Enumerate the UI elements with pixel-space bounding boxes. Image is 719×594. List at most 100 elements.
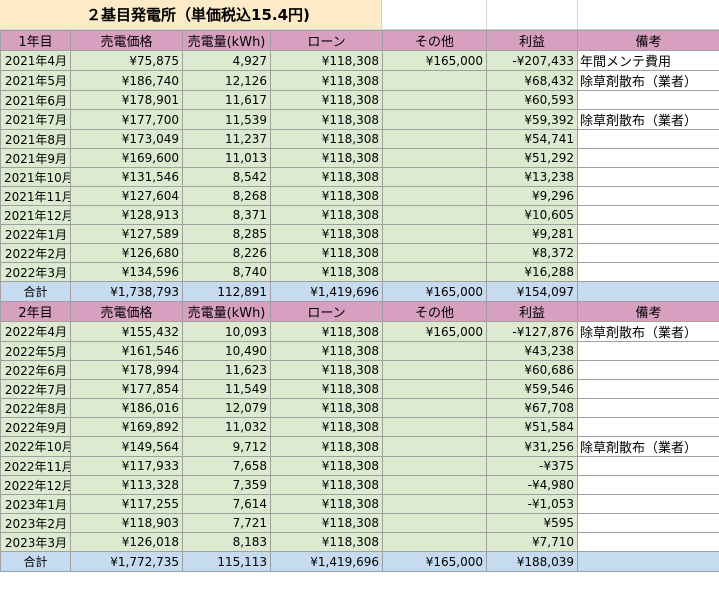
cell-other[interactable]	[382, 109, 487, 130]
cell-generation-kwh[interactable]: 12,126	[182, 70, 271, 91]
total-sale-price[interactable]: ¥1,772,735	[70, 551, 183, 572]
cell-profit[interactable]: ¥31,256	[486, 436, 578, 457]
cell-profit[interactable]: -¥1,053	[486, 494, 578, 514]
cell-note[interactable]	[577, 148, 719, 168]
cell-loan[interactable]: ¥118,308	[270, 494, 383, 514]
cell-generation-kwh[interactable]: 11,237	[182, 129, 271, 149]
cell-sale-price[interactable]: ¥177,700	[70, 109, 183, 130]
cell-profit[interactable]: ¥9,281	[486, 224, 578, 244]
cell-note[interactable]	[577, 186, 719, 206]
cell-generation-kwh[interactable]: 11,623	[182, 360, 271, 380]
cell-loan[interactable]: ¥118,308	[270, 109, 383, 130]
total-profit[interactable]: ¥154,097	[486, 281, 578, 302]
cell-month[interactable]: 2022年9月	[0, 417, 71, 437]
cell-month[interactable]: 2021年9月	[0, 148, 71, 168]
cell-note[interactable]: 除草剤散布（業者）	[577, 436, 719, 457]
cell-other[interactable]	[382, 205, 487, 225]
header-other[interactable]: その他	[382, 301, 487, 322]
cell-profit[interactable]: ¥59,392	[486, 109, 578, 130]
cell-profit[interactable]: ¥595	[486, 513, 578, 533]
cell-loan[interactable]: ¥118,308	[270, 417, 383, 437]
cell-generation-kwh[interactable]: 11,549	[182, 379, 271, 399]
cell-generation-kwh[interactable]: 8,285	[182, 224, 271, 244]
cell-month[interactable]: 2023年3月	[0, 532, 71, 552]
cell-note[interactable]: 除草剤散布（業者）	[577, 109, 719, 130]
cell-loan[interactable]: ¥118,308	[270, 513, 383, 533]
cell-note[interactable]	[577, 532, 719, 552]
cell-profit[interactable]: ¥54,741	[486, 129, 578, 149]
empty-cells[interactable]	[382, 0, 719, 30]
cell-note[interactable]	[577, 475, 719, 495]
cell-other[interactable]	[382, 129, 487, 149]
cell-generation-kwh[interactable]: 7,721	[182, 513, 271, 533]
cell-sale-price[interactable]: ¥149,564	[70, 436, 183, 457]
cell-note[interactable]	[577, 398, 719, 418]
cell-month[interactable]: 2022年2月	[0, 243, 71, 263]
cell-month[interactable]: 2021年7月	[0, 109, 71, 130]
total-note[interactable]	[577, 551, 719, 572]
cell-generation-kwh[interactable]: 7,614	[182, 494, 271, 514]
cell-other[interactable]	[382, 494, 487, 514]
cell-loan[interactable]: ¥118,308	[270, 341, 383, 361]
cell-note[interactable]	[577, 360, 719, 380]
total-month[interactable]: 合計	[0, 281, 71, 302]
header-generation-kwh[interactable]: 売電量(kWh)	[182, 30, 271, 51]
cell-other[interactable]	[382, 436, 487, 457]
cell-month[interactable]: 2022年11月	[0, 456, 71, 476]
cell-other[interactable]	[382, 456, 487, 476]
cell-sale-price[interactable]: ¥118,903	[70, 513, 183, 533]
cell-profit[interactable]: ¥51,292	[486, 148, 578, 168]
cell-profit[interactable]: ¥9,296	[486, 186, 578, 206]
cell-note[interactable]	[577, 90, 719, 110]
cell-loan[interactable]: ¥118,308	[270, 398, 383, 418]
cell-sale-price[interactable]: ¥155,432	[70, 321, 183, 342]
cell-generation-kwh[interactable]: 4,927	[182, 50, 271, 71]
cell-profit[interactable]: ¥7,710	[486, 532, 578, 552]
cell-sale-price[interactable]: ¥127,604	[70, 186, 183, 206]
cell-other[interactable]	[382, 224, 487, 244]
header-note[interactable]: 備考	[577, 30, 719, 51]
cell-profit[interactable]: ¥60,593	[486, 90, 578, 110]
total-note[interactable]	[577, 281, 719, 302]
cell-other[interactable]	[382, 148, 487, 168]
cell-generation-kwh[interactable]: 8,268	[182, 186, 271, 206]
cell-month[interactable]: 2022年3月	[0, 262, 71, 282]
cell-sale-price[interactable]: ¥117,933	[70, 456, 183, 476]
cell-month[interactable]: 2022年8月	[0, 398, 71, 418]
cell-generation-kwh[interactable]: 7,359	[182, 475, 271, 495]
cell-other[interactable]	[382, 167, 487, 187]
cell-note[interactable]	[577, 129, 719, 149]
cell-profit[interactable]: ¥59,546	[486, 379, 578, 399]
cell-other[interactable]	[382, 70, 487, 91]
cell-month[interactable]: 2021年11月	[0, 186, 71, 206]
cell-note[interactable]	[577, 513, 719, 533]
cell-profit[interactable]: ¥8,372	[486, 243, 578, 263]
cell-loan[interactable]: ¥118,308	[270, 50, 383, 71]
cell-generation-kwh[interactable]: 11,032	[182, 417, 271, 437]
cell-loan[interactable]: ¥118,308	[270, 360, 383, 380]
cell-profit[interactable]: ¥60,686	[486, 360, 578, 380]
cell-generation-kwh[interactable]: 9,712	[182, 436, 271, 457]
header-generation-kwh[interactable]: 売電量(kWh)	[182, 301, 271, 322]
cell-month[interactable]: 2022年7月	[0, 379, 71, 399]
cell-profit[interactable]: ¥13,238	[486, 167, 578, 187]
cell-month[interactable]: 2021年8月	[0, 129, 71, 149]
cell-other[interactable]: ¥165,000	[382, 50, 487, 71]
total-loan[interactable]: ¥1,419,696	[270, 551, 383, 572]
total-other[interactable]: ¥165,000	[382, 551, 487, 572]
cell-sale-price[interactable]: ¥117,255	[70, 494, 183, 514]
header-other[interactable]: その他	[382, 30, 487, 51]
cell-sale-price[interactable]: ¥75,875	[70, 50, 183, 71]
cell-other[interactable]: ¥165,000	[382, 321, 487, 342]
cell-loan[interactable]: ¥118,308	[270, 186, 383, 206]
cell-profit[interactable]: ¥67,708	[486, 398, 578, 418]
cell-loan[interactable]: ¥118,308	[270, 70, 383, 91]
cell-note[interactable]	[577, 205, 719, 225]
cell-profit[interactable]: ¥43,238	[486, 341, 578, 361]
cell-sale-price[interactable]: ¥128,913	[70, 205, 183, 225]
cell-sale-price[interactable]: ¥169,600	[70, 148, 183, 168]
cell-other[interactable]	[382, 90, 487, 110]
cell-sale-price[interactable]: ¥173,049	[70, 129, 183, 149]
cell-note[interactable]	[577, 456, 719, 476]
cell-month[interactable]: 2023年2月	[0, 513, 71, 533]
